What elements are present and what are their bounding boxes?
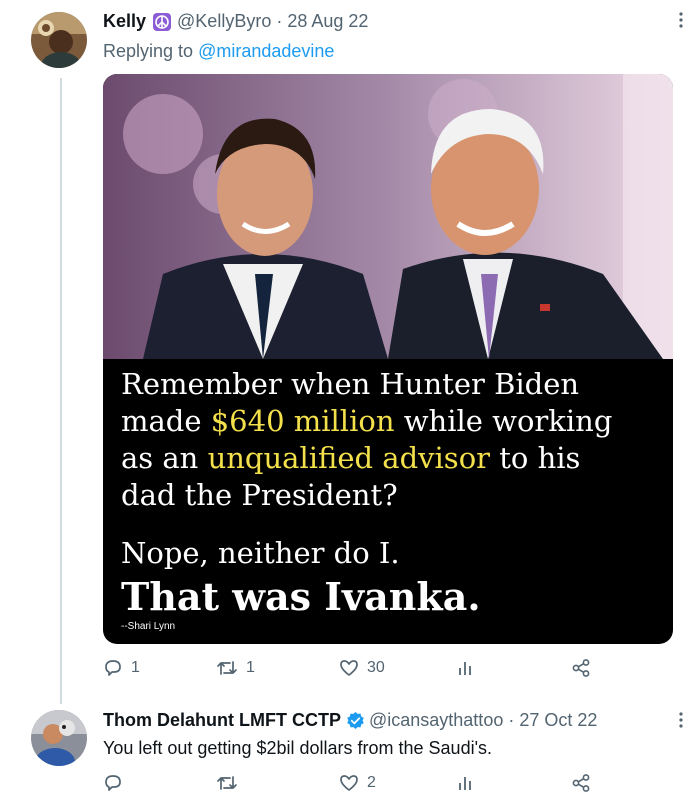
author-handle[interactable]: @KellyByro (177, 11, 271, 32)
analytics-icon (457, 773, 475, 793)
tweet-image[interactable]: Remember when Hunter Biden made $640 mil… (103, 74, 673, 644)
separator-dot: · (276, 11, 283, 31)
meme-line-2-post: while working (394, 404, 613, 438)
share-icon (571, 773, 591, 793)
analytics-button[interactable] (457, 768, 475, 798)
like-button[interactable]: 2 (339, 768, 376, 798)
author-handle[interactable]: @icansaythattoo (369, 710, 503, 731)
meme-line-1: Remember when Hunter Biden (121, 367, 580, 401)
verified-badge-icon (346, 711, 365, 730)
meme-credit: --Shari Lynn (121, 621, 176, 632)
like-count: 30 (367, 659, 385, 676)
meme-line-3-pre: as an (121, 441, 208, 475)
meme-line-3: as an unqualified advisor to his (121, 441, 580, 475)
replying-to: Replying to @mirandadevine (103, 41, 334, 62)
reply-icon (103, 773, 123, 793)
meme-line-2: made $640 million while working (121, 404, 612, 438)
meme-line-6: That was Ivanka. (121, 574, 481, 619)
retweet-count: 1 (246, 659, 255, 676)
meme-highlight-amount: $640 million (210, 404, 395, 438)
meme-line-4: dad the President? (121, 478, 398, 512)
tweet-actions: 2 (103, 768, 663, 798)
retweet-icon (216, 773, 238, 793)
reply-button[interactable]: 1 (103, 653, 140, 683)
like-button[interactable]: 30 (339, 653, 385, 683)
meme-highlight-advisor: unqualified advisor (207, 441, 491, 475)
replying-to-handle[interactable]: @mirandadevine (198, 41, 334, 62)
more-icon[interactable] (678, 710, 684, 735)
more-icon[interactable] (678, 10, 684, 35)
like-icon (339, 658, 359, 678)
tweet-thom[interactable]: Thom Delahunt LMFT CCTP @icansaythattoo … (0, 700, 698, 800)
reply-button[interactable] (103, 768, 123, 798)
tweet-header: Kelly @KellyByro · 28 Aug 22 (103, 11, 368, 32)
analytics-button[interactable] (457, 653, 475, 683)
reply-count: 1 (131, 659, 140, 676)
photo-biden-pair (103, 74, 673, 359)
share-icon (571, 658, 591, 678)
analytics-icon (457, 658, 475, 678)
peace-emoji-icon (152, 12, 172, 32)
meme-line-2-pre: made (121, 404, 211, 438)
tweet-date[interactable]: 28 Aug 22 (287, 11, 368, 32)
share-button[interactable] (571, 768, 591, 798)
tweet-text: You left out getting $2bil dollars from … (103, 738, 493, 758)
tweet-actions: 1 1 30 (103, 653, 663, 683)
meme-line-5: Nope, neither do I. (121, 536, 400, 570)
author-name[interactable]: Thom Delahunt LMFT CCTP (103, 710, 341, 731)
avatar-thom[interactable] (31, 710, 87, 766)
retweet-button[interactable] (216, 768, 238, 798)
author-name[interactable]: Kelly (103, 11, 146, 32)
tweet-header: Thom Delahunt LMFT CCTP @icansaythattoo … (103, 710, 597, 731)
reply-icon (103, 658, 123, 678)
retweet-icon (216, 658, 238, 678)
tweet-date[interactable]: 27 Oct 22 (519, 710, 597, 731)
meme-line-3-post: to his (490, 441, 581, 475)
tweet-kelly[interactable]: Kelly @KellyByro · 28 Aug 22 Replying to… (0, 0, 698, 700)
like-count: 2 (367, 774, 376, 791)
retweet-button[interactable]: 1 (216, 653, 255, 683)
replying-to-label: Replying to (103, 41, 194, 61)
like-icon (339, 773, 359, 793)
separator-dot: · (508, 710, 515, 730)
avatar-kelly[interactable] (31, 12, 87, 68)
share-button[interactable] (571, 653, 591, 683)
